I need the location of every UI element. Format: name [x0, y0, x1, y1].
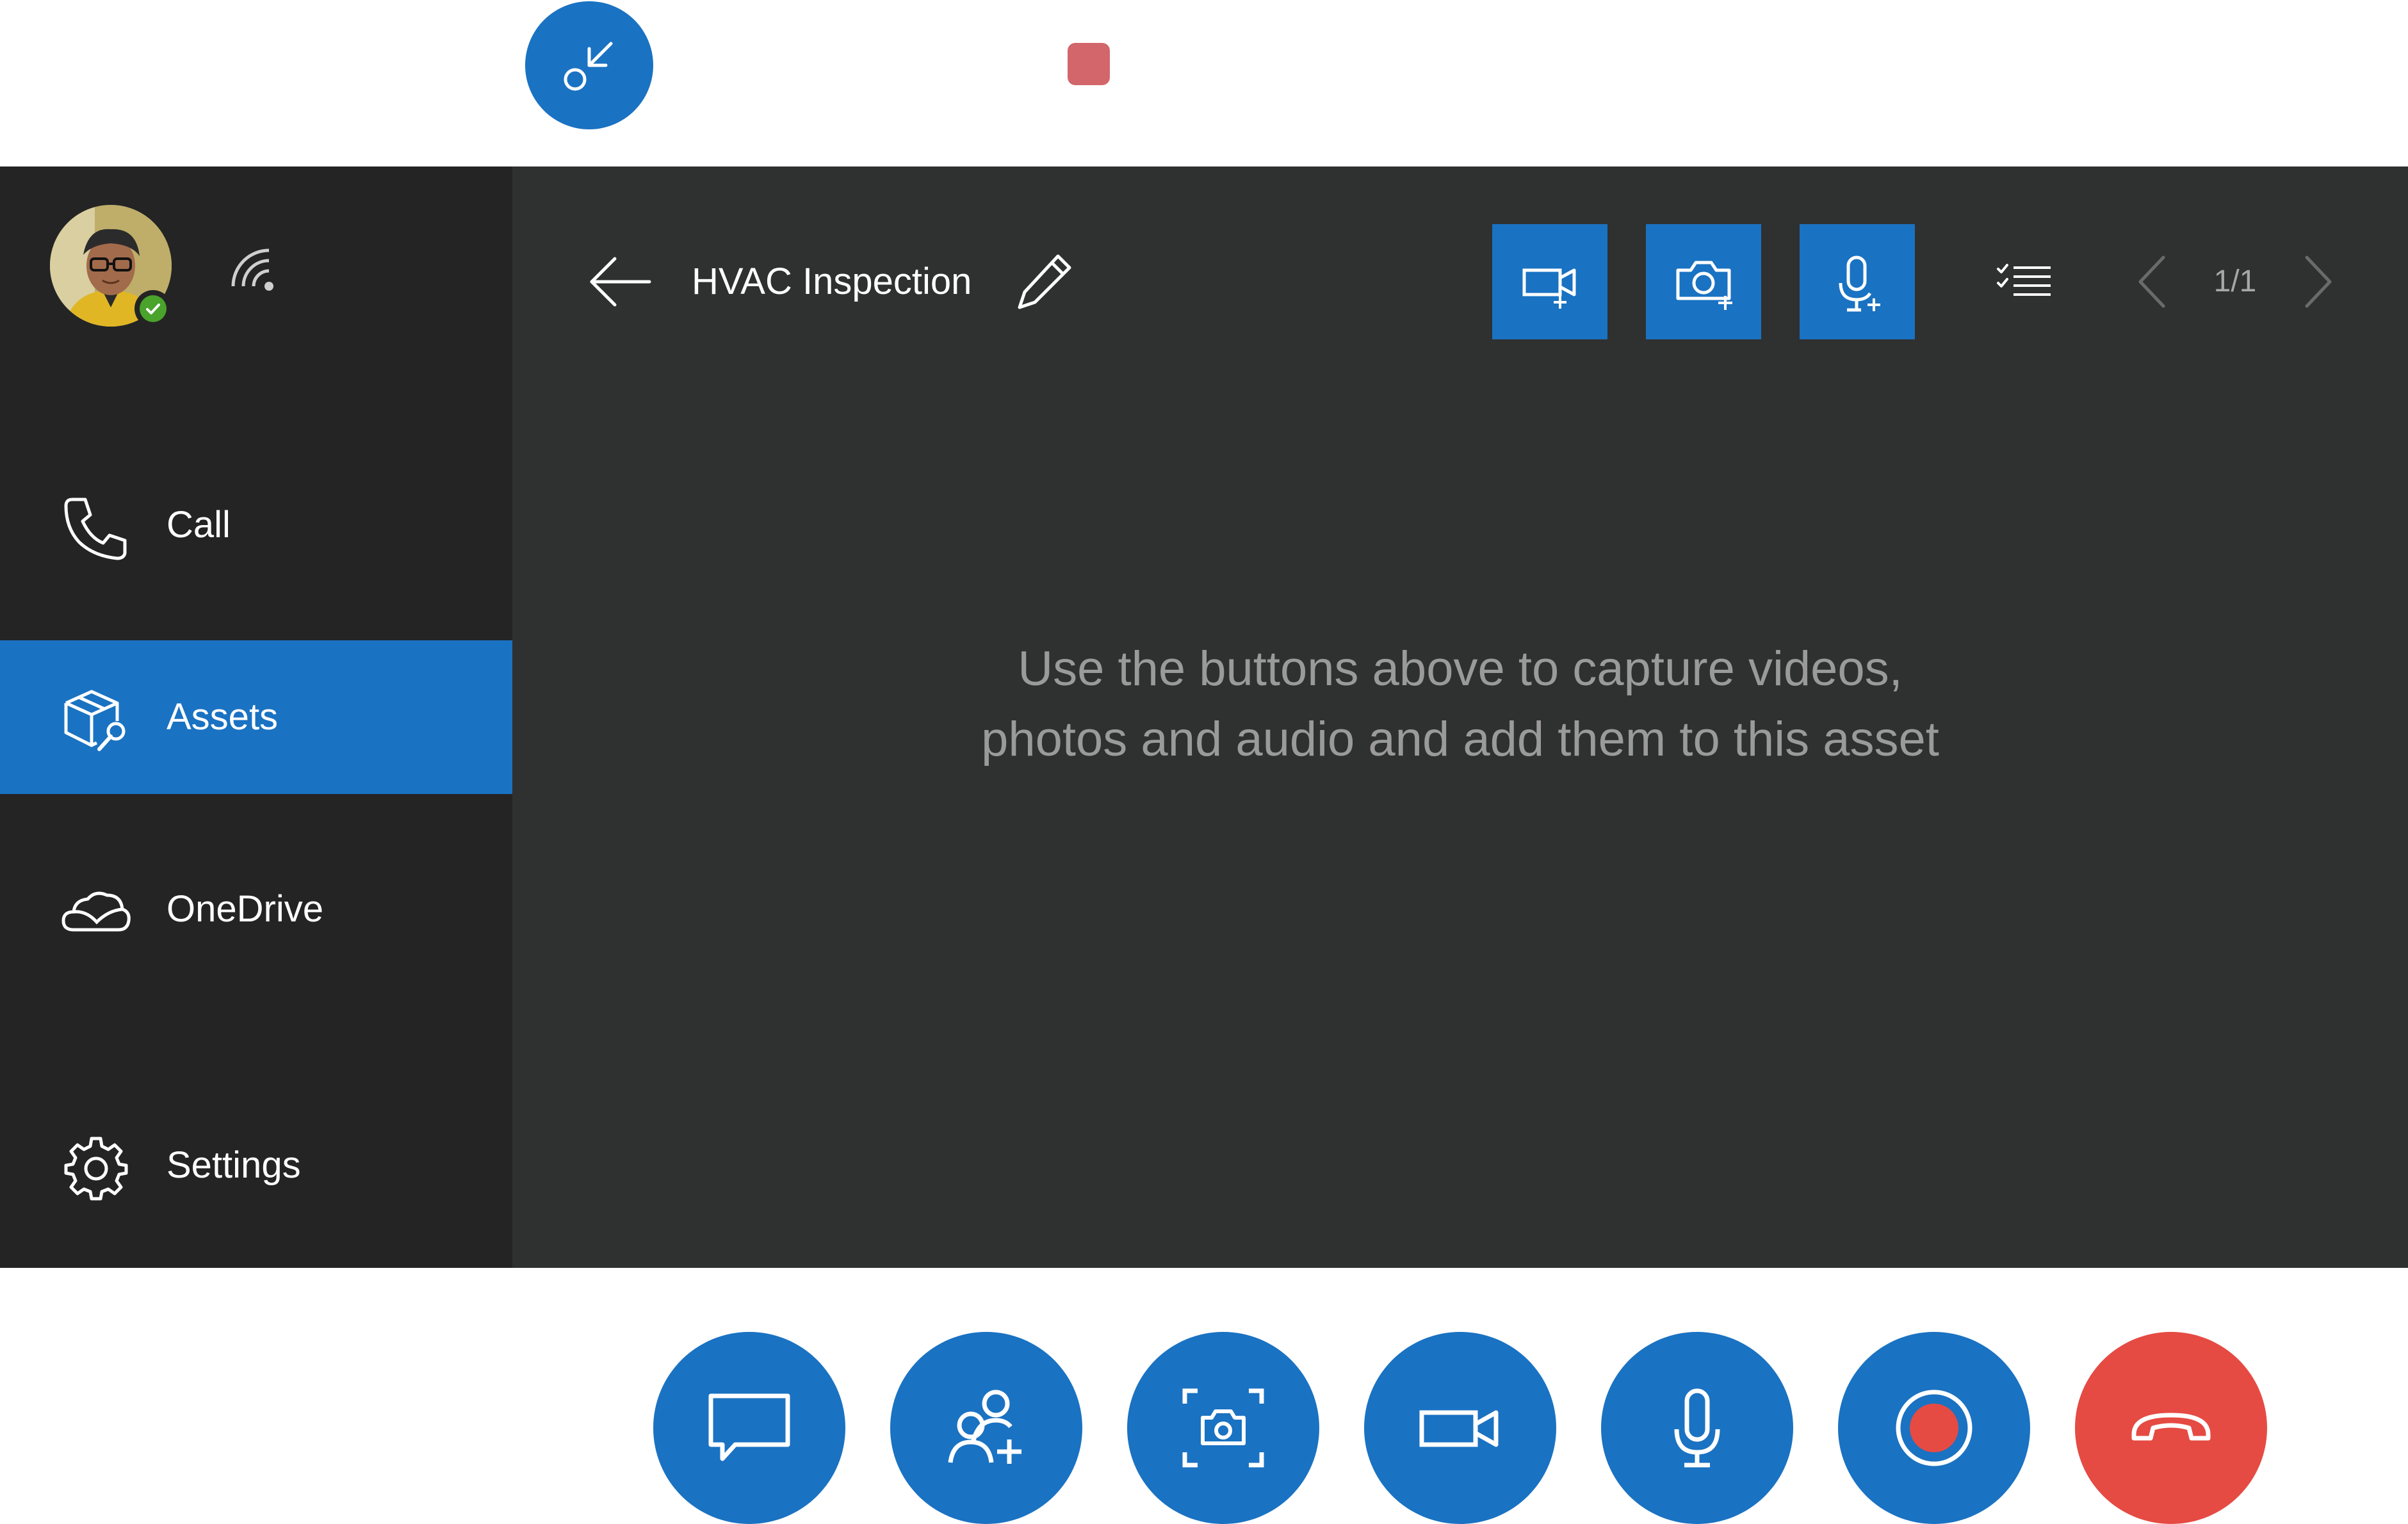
minimize-arrow-icon	[564, 42, 613, 91]
chat-button[interactable]	[653, 1332, 845, 1524]
video-toggle-button[interactable]	[1364, 1332, 1556, 1524]
video-camera-icon	[1419, 1410, 1499, 1447]
edit-title-button[interactable]	[1012, 250, 1076, 314]
previous-page-button[interactable]	[2126, 250, 2177, 314]
back-arrow-icon	[590, 257, 651, 307]
gear-icon	[61, 1133, 131, 1204]
wifi-signal-icon	[223, 247, 281, 298]
add-photo-button[interactable]	[1646, 224, 1761, 339]
end-call-button[interactable]	[2075, 1332, 2267, 1524]
back-button[interactable]	[583, 247, 660, 317]
add-people-button[interactable]	[890, 1332, 1082, 1524]
record-icon	[1896, 1390, 1973, 1466]
page-indicator: 1/1	[2213, 264, 2257, 298]
sidebar-item-onedrive[interactable]: OneDrive	[0, 832, 512, 986]
sidebar-item-assets[interactable]: Assets	[0, 640, 512, 794]
assets-icon	[61, 685, 131, 756]
add-people-icon	[948, 1390, 1021, 1464]
microphone-icon	[1674, 1388, 1720, 1468]
check-icon	[146, 304, 160, 314]
add-video-icon	[1522, 268, 1576, 309]
sidebar-item-call[interactable]: Call	[0, 448, 512, 602]
add-video-button[interactable]	[1492, 224, 1607, 339]
chevron-left-icon	[2138, 255, 2165, 308]
snapshot-button[interactable]	[1127, 1332, 1319, 1524]
add-audio-button[interactable]	[1800, 224, 1915, 339]
record-button[interactable]	[1838, 1332, 2030, 1524]
collapse-button[interactable]	[525, 1, 653, 129]
snapshot-icon	[1182, 1388, 1264, 1468]
recording-indicator	[1068, 43, 1110, 85]
end-call-icon	[2131, 1413, 2211, 1441]
checklist-icon	[1997, 264, 2051, 296]
pencil-icon	[1018, 254, 1071, 309]
sidebar-item-label: Settings	[167, 1144, 301, 1186]
add-photo-icon	[1676, 261, 1732, 310]
phone-icon	[61, 493, 131, 563]
presence-badge	[134, 290, 172, 327]
next-page-button[interactable]	[2293, 250, 2344, 314]
microphone-button[interactable]	[1601, 1332, 1793, 1524]
sidebar-item-settings[interactable]: Settings	[0, 1089, 512, 1242]
empty-state-message: Use the buttons above to capture videos,…	[833, 634, 2088, 775]
sidebar-item-label: OneDrive	[167, 888, 323, 930]
sidebar-item-label: Call	[167, 504, 231, 546]
checklist-button[interactable]	[1985, 250, 2062, 314]
chat-icon	[708, 1393, 790, 1461]
chevron-right-icon	[2305, 255, 2332, 308]
add-audio-icon	[1839, 255, 1880, 312]
asset-title: HVAC Inspection	[692, 261, 972, 302]
empty-state-line: photos and audio and add them to this as…	[981, 712, 1939, 766]
empty-state-line: Use the buttons above to capture videos,	[1018, 642, 1903, 696]
sidebar-item-label: Assets	[167, 696, 279, 738]
cloud-icon	[61, 877, 131, 948]
